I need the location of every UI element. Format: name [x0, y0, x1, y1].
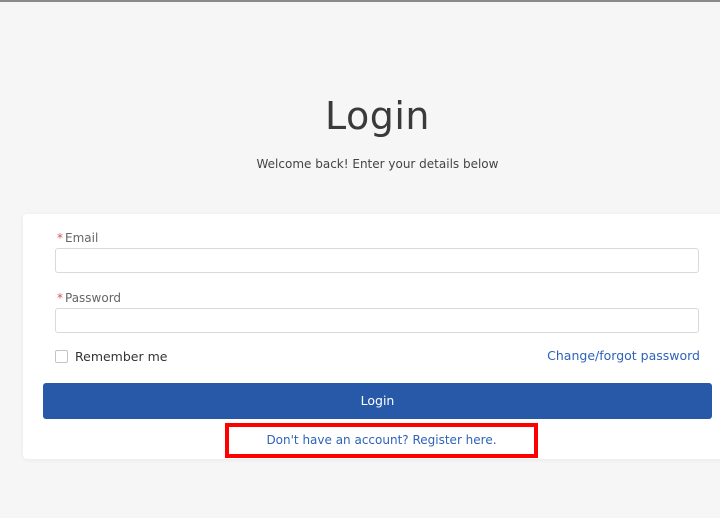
password-label-text: Password — [65, 291, 122, 305]
login-button[interactable]: Login — [43, 383, 712, 419]
required-marker: * — [57, 291, 63, 305]
register-link[interactable]: Don't have an account? Register here. — [225, 433, 538, 447]
top-border — [0, 0, 720, 2]
forgot-password-link[interactable]: Change/forgot password — [547, 348, 700, 363]
required-marker: * — [57, 231, 63, 245]
password-label: * Password — [57, 291, 121, 305]
remember-me-label[interactable]: Remember me — [75, 349, 167, 364]
email-label: * Email — [57, 231, 98, 245]
email-label-text: Email — [65, 231, 99, 245]
page-title: Login — [324, 94, 430, 138]
remember-me-checkbox[interactable] — [55, 350, 68, 363]
email-field[interactable] — [55, 248, 699, 273]
password-field[interactable] — [55, 308, 699, 333]
page-subtitle: Welcome back! Enter your details below — [256, 157, 499, 171]
